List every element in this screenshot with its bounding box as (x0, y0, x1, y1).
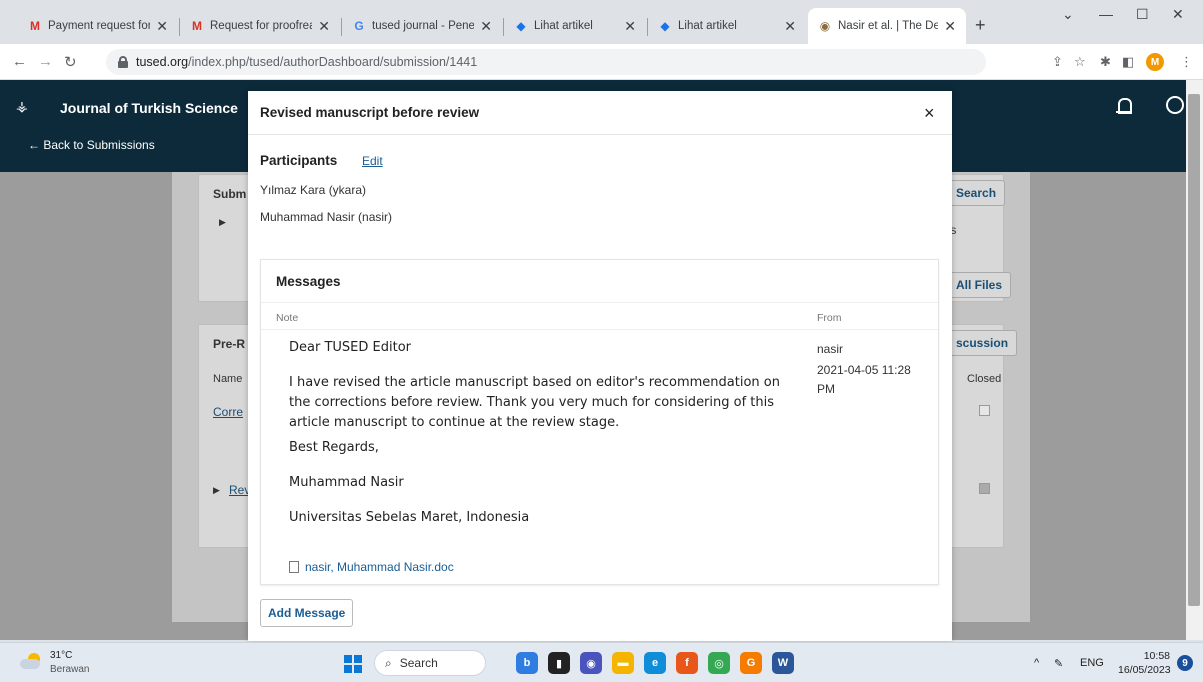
clock-time: 10:58 (1143, 650, 1170, 662)
ojs-icon: ◆ (660, 19, 670, 33)
message-closing: Best Regards, (289, 440, 379, 455)
closed-checkbox[interactable] (979, 405, 990, 416)
task-view-icon[interactable]: ▮ (548, 652, 570, 674)
tab-payment-request[interactable]: M Payment request for ✕ (18, 8, 178, 44)
edge-icon[interactable]: e (644, 652, 666, 674)
language-indicator[interactable]: ENG (1080, 657, 1104, 669)
close-window-button[interactable]: ✕ (1172, 6, 1184, 23)
gmail-icon: M (192, 19, 202, 33)
close-tab-icon[interactable]: ✕ (624, 18, 636, 35)
notification-badge[interactable]: 9 (1177, 655, 1193, 671)
copilot-icon[interactable]: b (516, 652, 538, 674)
closed-checkbox-checked[interactable] (979, 483, 990, 494)
back-to-submissions-link[interactable]: ← Back to Submissions (28, 138, 155, 152)
file-icon (289, 561, 299, 573)
maximize-button[interactable]: ☐ (1136, 6, 1149, 23)
browser-tab-strip: M Payment request for ✕ M Request for pr… (0, 0, 1203, 44)
gmail-icon: M (30, 19, 40, 33)
tray-chevron-icon[interactable]: ^ (1034, 657, 1039, 669)
taskbar-search[interactable]: ⌕ Search (374, 650, 486, 676)
extensions-icon[interactable]: ✱ (1100, 54, 1111, 70)
messages-table-header: Note From (261, 302, 938, 330)
pen-icon[interactable]: ✎ (1054, 657, 1063, 670)
side-panel-icon[interactable]: ◧ (1122, 54, 1134, 70)
clock-date: 16/05/2023 (1118, 664, 1171, 676)
start-button[interactable] (344, 655, 362, 673)
tab-request-proofread[interactable]: M Request for proofreac ✕ (180, 8, 340, 44)
modal-title: Revised manuscript before review (260, 105, 480, 120)
message-greeting: Dear TUSED Editor (289, 340, 411, 355)
reload-icon[interactable]: ↻ (64, 53, 77, 71)
user-avatar-icon[interactable] (1166, 96, 1184, 114)
back-arrow-icon[interactable]: ← (12, 53, 27, 70)
tab-lihat-artikel-1[interactable]: ◆ Lihat artikel ✕ (504, 8, 646, 44)
g-app-icon[interactable]: G (740, 652, 762, 674)
ojs-icon: ◆ (516, 19, 526, 33)
discussion-modal: Revised manuscript before review × Parti… (248, 91, 952, 641)
forward-arrow-icon[interactable]: → (38, 53, 53, 70)
firefox-icon[interactable]: f (676, 652, 698, 674)
close-tab-icon[interactable]: ✕ (480, 18, 492, 35)
search-icon: ⌕ (385, 655, 392, 670)
expand-arrow-icon[interactable]: ▶ (213, 485, 220, 496)
journal-title[interactable]: Journal of Turkish Science (60, 100, 238, 116)
participant-item: Yılmaz Kara (ykara) (260, 183, 367, 197)
menu-kebab-icon[interactable]: ⋮ (1180, 54, 1193, 70)
word-icon[interactable]: W (772, 652, 794, 674)
participants-heading: Participants (260, 153, 338, 168)
new-tab-button[interactable]: + (975, 15, 986, 36)
tab-google-search[interactable]: G tused journal - Penel ✕ (342, 8, 502, 44)
close-tab-icon[interactable]: ✕ (784, 18, 796, 35)
message-sender-name: Muhammad Nasir (289, 475, 404, 490)
close-tab-icon[interactable]: ✕ (944, 18, 956, 35)
all-files-button[interactable]: All Files (947, 272, 1012, 298)
column-note: Note (276, 312, 299, 324)
messages-panel: Messages Note From Dear TUSED Editor I h… (260, 259, 939, 585)
bookmark-star-icon[interactable]: ☆ (1074, 54, 1086, 70)
tab-nasir-active[interactable]: ◉ Nasir et al. | The Deve ✕ (808, 8, 966, 44)
share-icon[interactable]: ⇪ (1052, 54, 1063, 70)
messages-heading: Messages (276, 274, 341, 289)
add-message-button[interactable]: Add Message (260, 599, 354, 627)
notification-bell-icon[interactable] (1116, 96, 1132, 116)
weather-cloud-sun-icon[interactable] (20, 653, 42, 669)
column-from: From (817, 312, 842, 324)
close-icon[interactable]: × (924, 103, 935, 124)
clock[interactable]: 10:58 16/05/2023 (1118, 649, 1171, 677)
message-date: 2021-04-05 11:28 PM (817, 363, 911, 396)
google-icon: G (354, 19, 364, 33)
participant-item: Muhammad Nasir (nasir) (260, 210, 393, 224)
search-button[interactable]: Search (947, 180, 1006, 206)
sitemap-icon[interactable]: ⚶ (16, 98, 28, 115)
edit-participants-link[interactable]: Edit (362, 154, 383, 168)
message-body: I have revised the article manuscript ba… (289, 375, 780, 430)
discussion-link-correction[interactable]: Corre (213, 405, 243, 419)
message-from-user: nasir (817, 342, 844, 356)
close-tab-icon[interactable]: ✕ (318, 18, 330, 35)
minimize-button[interactable]: — (1099, 6, 1113, 22)
chrome-icon[interactable]: ◎ (708, 652, 730, 674)
message-affiliation: Universitas Sebelas Maret, Indonesia (289, 510, 530, 525)
lock-icon (118, 56, 128, 68)
attachment-link[interactable]: nasir, Muhammad Nasir.doc (289, 560, 454, 574)
teams-chat-icon[interactable]: ◉ (580, 652, 602, 674)
add-discussion-button[interactable]: scussion (947, 330, 1018, 356)
address-bar[interactable]: tused.org/index.php/tused/authorDashboar… (106, 49, 986, 75)
modal-header: Revised manuscript before review × (248, 91, 952, 135)
profile-avatar[interactable]: M (1146, 53, 1164, 71)
close-tab-icon[interactable]: ✕ (156, 18, 168, 35)
browser-toolbar: ← → ↻ tused.org/index.php/tused/authorDa… (0, 44, 1203, 80)
site-icon: ◉ (819, 19, 831, 33)
expand-arrow-icon[interactable]: ▶ (219, 217, 226, 228)
file-explorer-icon[interactable]: ▬ (612, 652, 634, 674)
tab-lihat-artikel-2[interactable]: ◆ Lihat artikel ✕ (648, 8, 806, 44)
tab-search-chevron-icon[interactable]: ⌄ (1062, 6, 1074, 23)
scrollbar-thumb[interactable] (1188, 94, 1200, 606)
weather-description[interactable]: Berawan (50, 664, 89, 675)
weather-temperature[interactable]: 31°C (50, 650, 72, 661)
windows-taskbar: 31°C Berawan ⌕ Search b ▮ ◉ ▬ e f ◎ G W … (0, 642, 1203, 682)
